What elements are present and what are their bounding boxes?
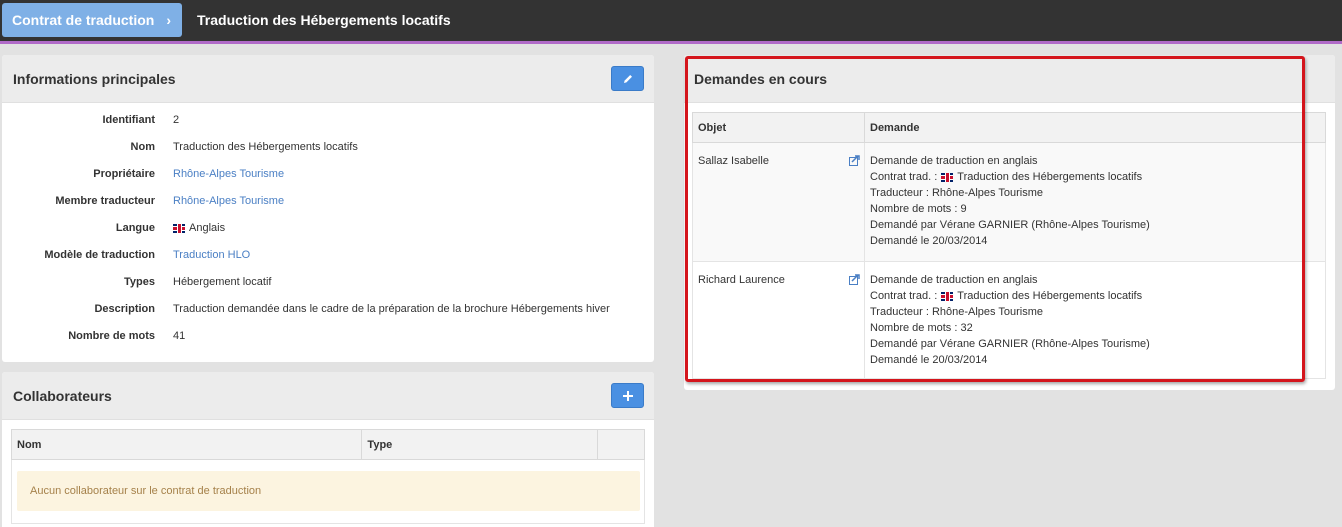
info-row-membre-traducteur: Membre traducteur Rhône-Alpes Tourisme [2, 195, 652, 209]
empty-collaborators-alert: Aucun collaborateur sur le contrat de tr… [17, 471, 640, 511]
table-row: Sallaz Isabelle Demande de traduction en… [692, 142, 1326, 262]
info-label: Types [124, 276, 155, 288]
translation-model-link[interactable]: Traduction HLO [173, 249, 250, 261]
uk-flag-icon [941, 172, 954, 182]
language-name: Anglais [189, 222, 226, 234]
request-word-count: Nombre de mots : 32 [870, 322, 973, 334]
request-contract-name: Traduction des Hébergements locatifs [957, 290, 1143, 302]
request-contract-name: Traduction des Hébergements locatifs [957, 171, 1143, 183]
info-value-langue: Anglais [173, 222, 225, 234]
info-label: Nombre de mots [68, 330, 155, 342]
info-value: Traduction demandée dans le cadre de la … [173, 303, 610, 315]
info-panel-header: Informations principales [2, 55, 654, 103]
requests-panel-title: Demandes en cours [694, 71, 828, 87]
info-value: 41 [173, 330, 186, 342]
table-header-row: Objet Demande [692, 112, 1326, 143]
info-value: 2 [173, 114, 180, 126]
column-header-objet[interactable]: Objet [692, 112, 865, 143]
info-row-proprietaire: Propriétaire Rhône-Alpes Tourisme [2, 168, 652, 182]
collaborators-panel-header: Collaborateurs [2, 372, 654, 420]
request-demande-cell: Demande de traduction en anglais Contrat… [864, 261, 1326, 379]
request-date: Demandé le 20/03/2014 [870, 235, 988, 247]
request-contract-line: Contrat trad. : Traduction des Hébergeme… [870, 169, 1320, 185]
info-label: Membre traducteur [55, 195, 155, 207]
request-contract-line: Contrat trad. : Traduction des Hébergeme… [870, 288, 1320, 304]
info-panel: Informations principales Identifiant 2 N… [2, 55, 654, 362]
owner-link[interactable]: Rhône-Alpes Tourisme [173, 168, 284, 180]
info-row-modele: Modèle de traduction Traduction HLO [2, 249, 652, 263]
collaborators-panel-title: Collaborateurs [13, 388, 112, 404]
info-label: Identifiant [102, 114, 155, 126]
info-label: Langue [115, 222, 155, 234]
request-objet: Richard Laurence [698, 274, 785, 286]
request-contract-prefix: Contrat trad. : [870, 290, 938, 302]
request-requested-by: Demandé par Vérane GARNIER (Rhône-Alpes … [870, 338, 1150, 350]
open-request-icon[interactable] [849, 274, 860, 285]
top-bar: Contrat de traduction › Traduction des H… [0, 0, 1342, 44]
info-label: Nom [130, 141, 155, 153]
request-translator: Traducteur : Rhône-Alpes Tourisme [870, 306, 1044, 318]
translator-member-link[interactable]: Rhône-Alpes Tourisme [173, 195, 284, 207]
info-value: Hébergement locatif [173, 276, 272, 288]
pencil-icon [623, 74, 632, 83]
edit-button[interactable] [611, 66, 644, 91]
request-type: Demande de traduction en anglais [870, 274, 1038, 286]
uk-flag-icon [941, 291, 954, 301]
page-title: Traduction des Hébergements locatifs [197, 12, 451, 28]
chevron-right-icon: › [166, 12, 172, 28]
request-objet: Sallaz Isabelle [698, 155, 769, 167]
request-objet-cell: Sallaz Isabelle [692, 142, 865, 262]
request-requested-by: Demandé par Vérane GARNIER (Rhône-Alpes … [870, 219, 1150, 231]
info-row-nombre-mots: Nombre de mots 41 [2, 330, 652, 344]
requests-table: Objet Demande Sallaz Isabelle Demande de… [692, 112, 1326, 379]
requests-panel-header: Demandes en cours [684, 55, 1335, 103]
table-row: Richard Laurence Demande de traduction e… [692, 261, 1326, 379]
column-header-demande[interactable]: Demande [864, 112, 1326, 143]
info-label: Modèle de traduction [44, 249, 155, 261]
info-row-description: Description Traduction demandée dans le … [2, 303, 652, 317]
request-type: Demande de traduction en anglais [870, 155, 1038, 167]
add-collaborator-button[interactable] [611, 383, 644, 408]
breadcrumb-parent-link[interactable]: Contrat de traduction › [2, 3, 183, 37]
info-label: Description [94, 303, 155, 315]
table-header-row: Nom Type [10, 429, 645, 460]
column-header-type[interactable]: Type [361, 429, 599, 460]
info-value: Traduction des Hébergements locatifs [173, 141, 358, 153]
info-row-nom: Nom Traduction des Hébergements locatifs [2, 141, 652, 155]
uk-flag-icon [173, 223, 185, 233]
plus-icon [622, 390, 633, 401]
request-contract-prefix: Contrat trad. : [870, 171, 938, 183]
column-header-nom[interactable]: Nom [10, 429, 363, 460]
info-row-identifiant: Identifiant 2 [2, 114, 652, 128]
info-label: Propriétaire [93, 168, 155, 180]
info-row-langue: Langue Anglais [2, 222, 652, 236]
request-date: Demandé le 20/03/2014 [870, 354, 988, 366]
breadcrumb-parent-label: Contrat de traduction [12, 12, 155, 28]
column-header-actions [597, 429, 645, 460]
info-row-types: Types Hébergement locatif [2, 276, 652, 290]
request-demande-cell: Demande de traduction en anglais Contrat… [864, 142, 1326, 262]
open-request-icon[interactable] [849, 155, 860, 166]
info-panel-title: Informations principales [13, 71, 176, 87]
request-word-count: Nombre de mots : 9 [870, 203, 967, 215]
request-translator: Traducteur : Rhône-Alpes Tourisme [870, 187, 1044, 199]
request-objet-cell: Richard Laurence [692, 261, 865, 379]
